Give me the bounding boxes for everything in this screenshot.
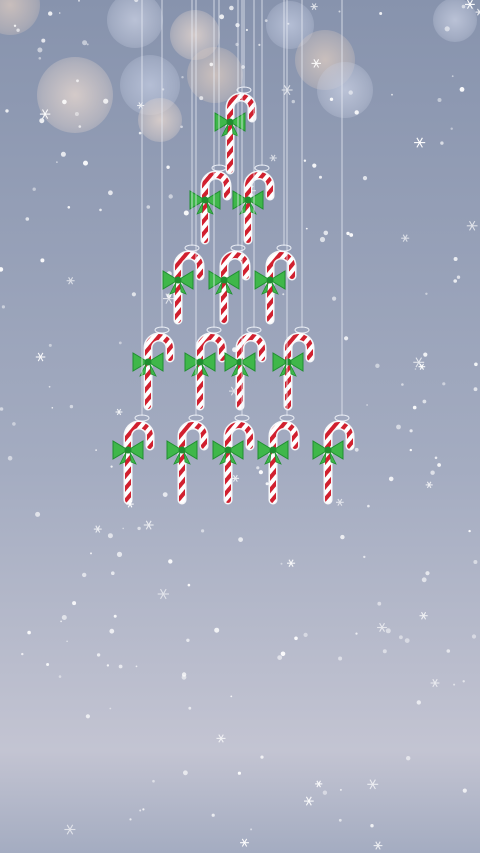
candy-cane-ornament [254, 244, 297, 325]
candy-cane-ornament [184, 326, 227, 411]
candy-cane-ornament [224, 326, 267, 411]
candy-cane-ornament [214, 86, 257, 175]
candy-cane-ornament [162, 244, 205, 325]
candy-cane-ornament [132, 326, 175, 411]
candy-cane-ornament [272, 326, 315, 411]
candy-cane-ornament [208, 244, 251, 325]
candy-cane-ornament [232, 164, 275, 245]
candy-cane-ornament [312, 414, 355, 505]
candy-cane-tree [112, 0, 355, 505]
candy-cane-ornament [257, 414, 300, 505]
candy-cane-ornament [166, 414, 209, 505]
christmas-wallpaper [0, 0, 480, 853]
candy-cane-ornament [112, 414, 155, 505]
candy-cane-ornament [212, 414, 255, 505]
